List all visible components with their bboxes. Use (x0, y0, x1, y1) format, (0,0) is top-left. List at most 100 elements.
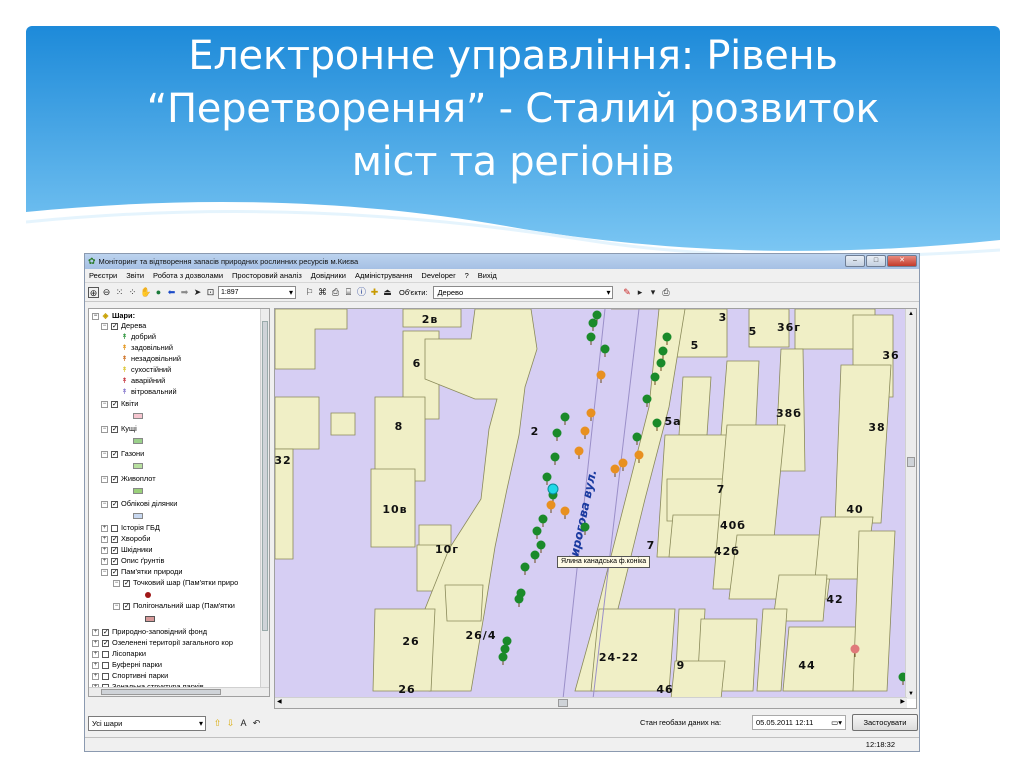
layer-checkbox[interactable]: ✓ (123, 602, 130, 610)
binoculars-icon[interactable]: ⌘ (317, 287, 328, 298)
menu-reports[interactable]: Звіти (126, 271, 144, 280)
db-date-input[interactable]: 05.05.2011 12:11 ▭▾ (752, 715, 846, 730)
layer-checkbox[interactable]: ✓ (111, 557, 118, 565)
edit-pencil-icon[interactable]: ✎ (621, 287, 632, 298)
printer-icon[interactable]: ⎙ (660, 287, 671, 298)
tree-layer-15[interactable]: + Буферні парки (92, 660, 162, 670)
expand-toggle[interactable]: − (101, 475, 108, 483)
expand-toggle[interactable]: − (101, 568, 108, 576)
tree-layer-trees[interactable]: − ✓ Дерева (101, 321, 146, 331)
map-canvas[interactable]: 2в 6 8 2 32 10в 10г 26 26/4 26 3 5 36г 36 5 5а 38б 38 7 40б… (275, 309, 907, 699)
layer-checkbox[interactable] (102, 672, 109, 680)
expand-toggle[interactable]: + (92, 639, 99, 647)
add-point-icon[interactable]: ✚ (369, 287, 380, 298)
tree-layer-2[interactable]: − ✓ Газони (101, 449, 144, 459)
back-arrow-icon[interactable]: ⬅ (166, 287, 177, 298)
zoom-out-icon[interactable]: ⊖ (101, 287, 112, 298)
full-extent-icon[interactable]: ⁙ (114, 287, 125, 298)
move-down-icon[interactable]: ⇩ (225, 718, 236, 729)
measure-icon[interactable]: ⏏ (382, 287, 393, 298)
layer-checkbox[interactable]: ✓ (111, 568, 118, 576)
menu-registers[interactable]: Реєстри (89, 271, 117, 280)
tree-layer-16[interactable]: + Спортивні парки (92, 671, 168, 681)
forward-arrow-icon[interactable]: ➡ (179, 287, 190, 298)
layer-checkbox[interactable]: ✓ (111, 450, 118, 458)
globe-icon[interactable]: ● (153, 287, 164, 298)
expand-toggle[interactable]: + (101, 546, 108, 554)
identify-icon[interactable]: ⊡ (205, 287, 216, 298)
zoom-in-icon[interactable]: ⊕ (88, 286, 99, 298)
scale-combobox[interactable]: 1:897 (218, 285, 296, 299)
layer-checkbox[interactable] (102, 661, 109, 669)
move-up-icon[interactable]: ⇧ (212, 718, 223, 729)
tree-layer-13[interactable]: + ✓ Озеленені території загального кор (92, 638, 233, 648)
tree-layer-0[interactable]: − ✓ Квіти (101, 399, 138, 409)
info-icon[interactable]: ⓘ (356, 287, 367, 298)
tree-layer-12[interactable]: + ✓ Природно-заповідний фонд (92, 627, 207, 637)
layer-tool-icon[interactable]: ⚐ (304, 287, 315, 298)
map-export-icon[interactable]: ⌸ (343, 287, 354, 298)
calendar-dropdown-icon[interactable]: ▭▾ (831, 716, 842, 729)
menu-help[interactable]: ? (465, 271, 469, 280)
layer-checkbox[interactable]: ✓ (111, 425, 118, 433)
map-horizontal-scrollbar[interactable]: ◀ ▶ (275, 697, 907, 708)
maximize-button[interactable]: □ (866, 255, 886, 267)
layer-checkbox[interactable]: ✓ (111, 475, 118, 483)
expand-toggle[interactable]: − (101, 450, 108, 458)
map-view[interactable]: 2в 6 8 2 32 10в 10г 26 26/4 26 3 5 36г 36 5 5а 38б 38 7 40б… (274, 308, 917, 709)
expand-toggle[interactable]: + (101, 524, 108, 532)
expand-toggle[interactable]: + (101, 557, 108, 565)
zoom-extent-icon[interactable]: ⁘ (127, 287, 138, 298)
expand-toggle[interactable]: + (92, 628, 99, 636)
label-icon[interactable]: A (238, 718, 249, 729)
tree-layer-5[interactable]: + Історія ГБД (101, 523, 160, 533)
expand-toggle[interactable]: + (101, 535, 108, 543)
layer-checkbox[interactable]: ✓ (111, 400, 118, 408)
minimize-button[interactable]: – (845, 255, 865, 267)
layer-checkbox[interactable]: ✓ (111, 546, 118, 554)
map-vertical-scrollbar[interactable]: ▲ ▼ (905, 309, 916, 699)
select-pointer-icon[interactable]: ➤ (192, 287, 203, 298)
tree-layer-11[interactable]: − ✓ Полігональний шар (Пам'ятки (113, 601, 235, 611)
menu-exit[interactable]: Вихід (478, 271, 497, 280)
print-preview-icon[interactable]: ⎙ (330, 287, 341, 298)
layer-checkbox[interactable] (111, 524, 118, 532)
layer-checkbox[interactable] (102, 650, 109, 658)
layer-checkbox[interactable]: ✓ (102, 639, 109, 647)
expand-toggle[interactable]: − (92, 312, 99, 320)
menu-permits[interactable]: Робота з дозволами (153, 271, 223, 280)
tree-layer-7[interactable]: + ✓ Шкідники (101, 545, 153, 555)
expand-toggle[interactable]: − (101, 400, 108, 408)
apply-button[interactable]: Застосувати (852, 714, 918, 731)
layer-checkbox[interactable]: ✓ (111, 322, 118, 330)
tree-layer-14[interactable]: + Лісопарки (92, 649, 146, 659)
expand-toggle[interactable]: + (92, 672, 99, 680)
close-button[interactable]: ✕ (887, 255, 917, 267)
expand-toggle[interactable]: + (92, 650, 99, 658)
layer-checkbox[interactable]: ✓ (111, 535, 118, 543)
expand-toggle[interactable]: − (101, 425, 108, 433)
tree-vertical-scrollbar[interactable] (260, 309, 269, 687)
tree-layer-1[interactable]: − ✓ Кущі (101, 424, 137, 434)
tree-layer-4[interactable]: − ✓ Облікові ділянки (101, 499, 177, 509)
expand-toggle[interactable]: − (101, 500, 108, 508)
edit-pointer-icon[interactable]: ▸ (634, 287, 645, 298)
expand-toggle[interactable]: − (101, 322, 108, 330)
tree-layer-3[interactable]: − ✓ Живоплот (101, 474, 156, 484)
pan-hand-icon[interactable]: ✋ (140, 287, 151, 298)
tree-layer-8[interactable]: + ✓ Опис ґрунтів (101, 556, 164, 566)
tree-layer-6[interactable]: + ✓ Хвороби (101, 534, 150, 544)
tree-layer-9[interactable]: − ✓ Пам'ятки природи (101, 567, 182, 577)
tree-horizontal-scrollbar[interactable] (89, 687, 269, 696)
expand-toggle[interactable]: − (113, 579, 120, 587)
layer-checkbox[interactable]: ✓ (111, 500, 118, 508)
objects-select[interactable]: Дерево (433, 285, 614, 299)
layer-checkbox[interactable]: ✓ (102, 628, 109, 636)
menu-administration[interactable]: Адміністрування (355, 271, 412, 280)
dropdown-arrow-icon[interactable]: ▾ (647, 287, 658, 298)
undo-icon[interactable]: ↶ (251, 718, 262, 729)
expand-toggle[interactable]: + (92, 661, 99, 669)
menu-developer[interactable]: Developer (421, 271, 455, 280)
layer-filter-select[interactable]: Усі шари (88, 715, 206, 731)
expand-toggle[interactable]: − (113, 602, 120, 610)
